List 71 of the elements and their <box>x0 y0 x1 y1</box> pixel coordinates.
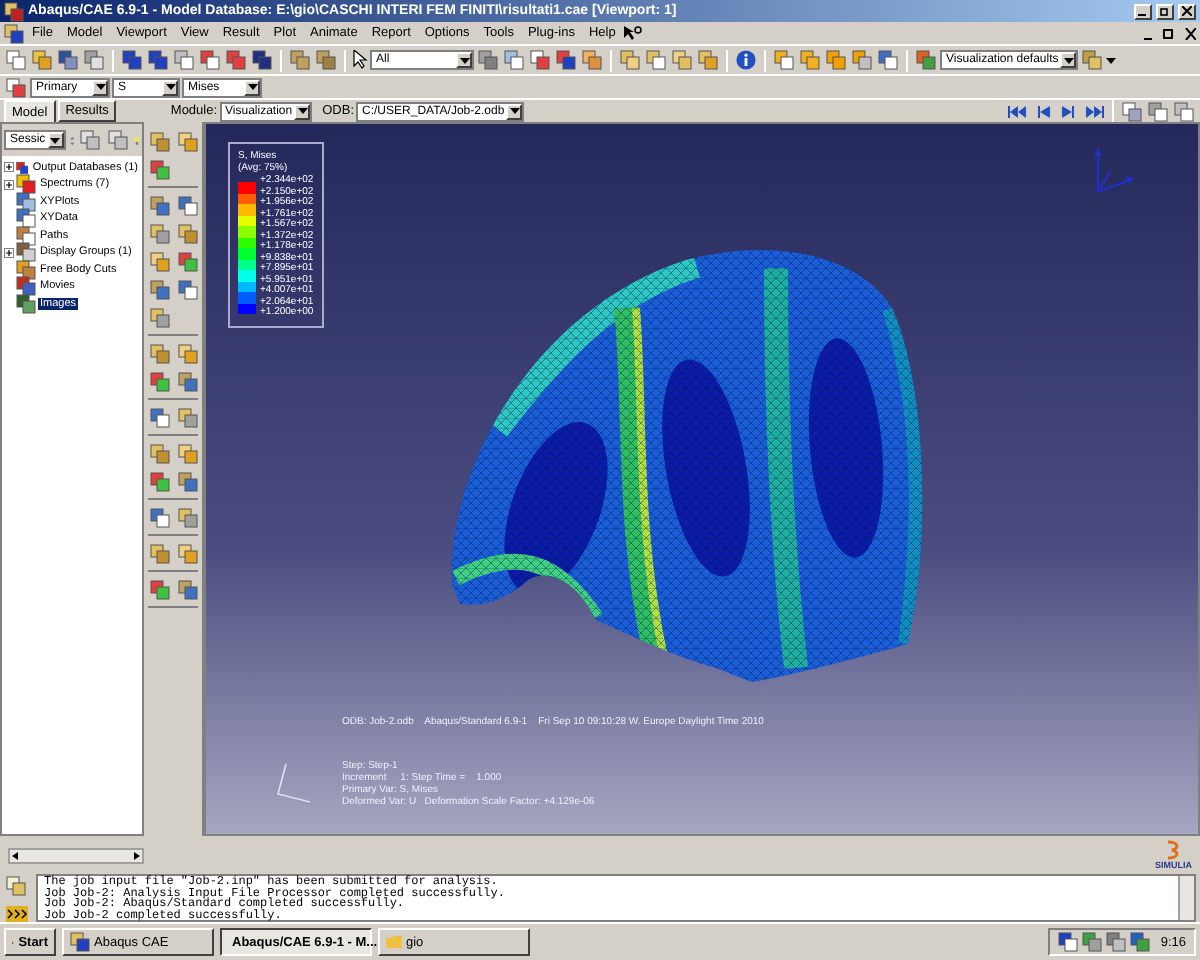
window-controls-icon[interactable] <box>1144 27 1196 39</box>
first-frame-icon <box>1007 105 1025 117</box>
toolbox-button[interactable] <box>148 192 172 216</box>
command-line-tab[interactable] <box>4 902 28 926</box>
expand-toggle[interactable] <box>4 247 14 258</box>
expand-toggle[interactable] <box>4 179 14 190</box>
tree-item-icon <box>16 276 36 297</box>
previous-frame-icon <box>1033 105 1051 117</box>
caret-icon <box>165 84 175 90</box>
restore-icon <box>1160 6 1170 16</box>
axis-triad-drawing <box>1094 148 1134 194</box>
tree-item-icon <box>16 208 36 229</box>
toolbox-button[interactable] <box>176 340 200 364</box>
vertical-scrollbar[interactable] <box>1178 876 1194 920</box>
caret-icon <box>459 57 469 63</box>
up-down-arrows-icon[interactable] <box>69 131 75 149</box>
toolbox-button[interactable] <box>148 248 172 272</box>
lightbulb-icon[interactable] <box>134 131 140 149</box>
toolbox-button[interactable] <box>176 128 200 152</box>
toolbox-button[interactable] <box>176 504 200 528</box>
caret-icon <box>509 108 520 114</box>
toolbox-button[interactable] <box>176 220 200 244</box>
toolbox-button[interactable] <box>148 128 172 152</box>
axis-triad-drawing <box>277 763 311 803</box>
toolbox-button[interactable] <box>148 276 172 300</box>
horizontal-scrollbar[interactable] <box>8 847 144 863</box>
toolbox-button[interactable] <box>148 368 172 392</box>
logo-icon <box>1163 840 1184 860</box>
minimize-button[interactable] <box>1134 3 1152 19</box>
caret-icon <box>1063 57 1074 63</box>
scroll-left-icon[interactable] <box>10 849 22 861</box>
toolbox-button[interactable] <box>148 540 172 564</box>
close-icon <box>1182 6 1192 16</box>
toolbox-button[interactable] <box>176 540 200 564</box>
folder-icon <box>386 936 402 948</box>
caret-icon <box>50 137 61 143</box>
help-pointer-icon[interactable] <box>623 25 642 41</box>
caret-icon <box>1106 57 1117 63</box>
close-button[interactable] <box>1178 3 1196 19</box>
toolbox-button[interactable] <box>148 340 172 364</box>
tree-item-icon <box>16 242 36 263</box>
chevrons-icon <box>5 906 27 922</box>
expand-toggle[interactable] <box>4 162 14 173</box>
caret-icon <box>95 84 105 90</box>
tree-item-icon <box>16 293 36 314</box>
toolbox-button[interactable] <box>176 404 200 428</box>
caret-icon <box>297 108 308 114</box>
toolbox-button[interactable] <box>148 304 172 328</box>
toolbox-button[interactable] <box>176 440 200 464</box>
caret-icon <box>247 84 257 90</box>
next-frame-icon <box>1059 105 1077 117</box>
toolbox-button[interactable] <box>148 504 172 528</box>
toolbox-button[interactable] <box>176 276 200 300</box>
toolbox-button[interactable] <box>148 468 172 492</box>
toolbox-button[interactable] <box>148 404 172 428</box>
toolbox-button[interactable] <box>176 248 200 272</box>
toolbox-button[interactable] <box>176 368 200 392</box>
toolbox-button[interactable] <box>176 468 200 492</box>
toolbox-button[interactable] <box>176 192 200 216</box>
toolbox-button[interactable] <box>148 440 172 464</box>
toolbox-button[interactable] <box>148 156 172 180</box>
toolbox-button[interactable] <box>148 220 172 244</box>
restore-button[interactable] <box>1156 3 1174 19</box>
app-icon <box>70 932 90 952</box>
scroll-right-icon[interactable] <box>130 849 142 861</box>
last-frame-icon <box>1085 105 1103 117</box>
info-icon <box>736 50 756 70</box>
info-button[interactable] <box>734 48 758 72</box>
pointer-icon[interactable] <box>352 50 368 70</box>
toolbox-button[interactable] <box>176 576 200 600</box>
toolbox-button[interactable] <box>148 576 172 600</box>
